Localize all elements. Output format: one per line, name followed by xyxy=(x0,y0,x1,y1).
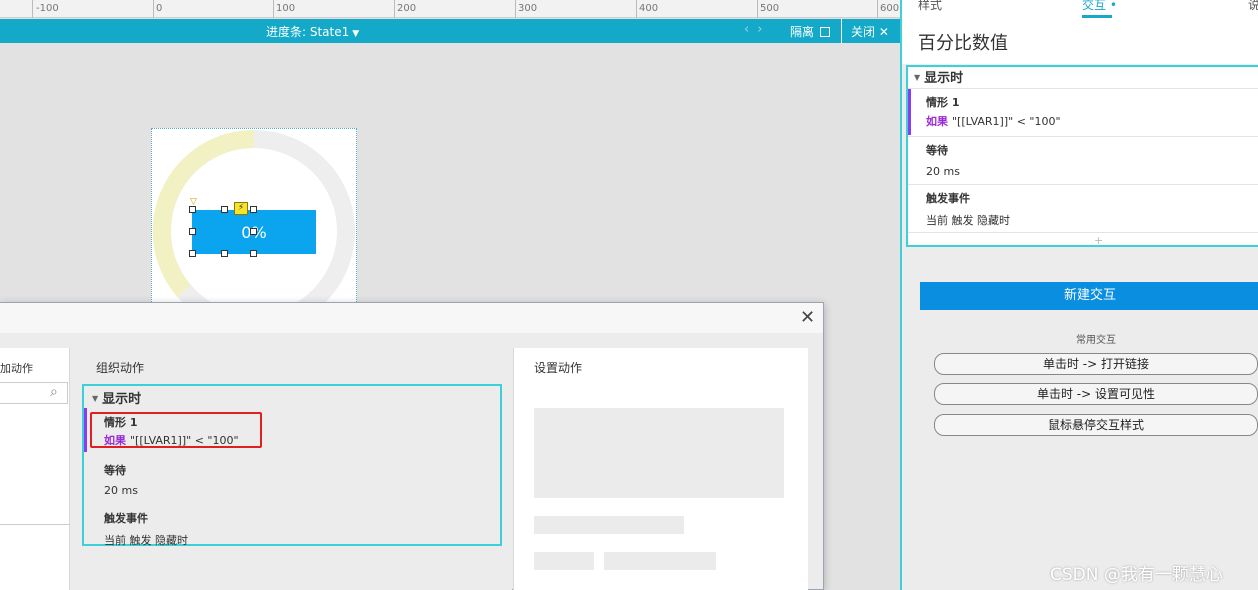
lightning-icon[interactable]: ⚡ xyxy=(234,202,248,215)
ruler-tick: 100 xyxy=(276,3,296,14)
ruler-tick-line xyxy=(877,0,878,18)
ruler-tick-line xyxy=(515,0,516,18)
action-wait-value: 20 ms xyxy=(926,165,960,178)
ruler-tick: 0 xyxy=(156,3,163,14)
add-case-plus-icon[interactable]: + xyxy=(1094,234,1103,247)
resize-handle[interactable] xyxy=(189,206,196,213)
organize-actions-header: 组织动作 xyxy=(96,361,145,375)
action-fire-value: 当前 触发 隐藏时 xyxy=(104,534,188,547)
search-icon[interactable]: ⌕ xyxy=(50,384,58,400)
ruler-tick-line xyxy=(153,0,154,18)
resize-handle[interactable] xyxy=(250,206,257,213)
quick-click-open-link-button[interactable]: 单击时 -> 打开链接 xyxy=(934,353,1258,375)
quick-click-set-visibility-button[interactable]: 单击时 -> 设置可见性 xyxy=(934,383,1258,405)
state-nav-arrows[interactable]: ‹› xyxy=(744,22,770,37)
divider xyxy=(841,19,842,43)
action-wait-title[interactable]: 等待 xyxy=(104,462,126,478)
ruler-tick: 500 xyxy=(760,3,780,14)
dialog-close-icon[interactable]: ✕ xyxy=(800,307,815,328)
tab-notes[interactable]: 说 xyxy=(1248,0,1258,13)
ruler-tick-line xyxy=(636,0,637,18)
isolate-label: 隔离 xyxy=(790,25,815,39)
state-bar: 进度条: State1 ▼ ‹› 隔离 关闭 ✕ xyxy=(0,19,900,43)
add-action-column: 加动作 ⌕ xyxy=(0,348,70,590)
inspector-tabs: 样式 交互 • 说 xyxy=(902,0,1258,18)
active-dot-icon: • xyxy=(1109,0,1117,12)
ruler-tick: -100 xyxy=(36,3,59,14)
add-action-header: 加动作 xyxy=(0,362,33,375)
resize-handle[interactable] xyxy=(221,250,228,257)
resize-handle[interactable] xyxy=(189,228,196,235)
resize-handle[interactable] xyxy=(221,206,228,213)
horizontal-ruler: -100 0 100 200 300 400 500 600 xyxy=(0,0,900,18)
case-indicator xyxy=(908,89,911,135)
resize-handle[interactable] xyxy=(189,250,196,257)
watermark: CSDN @我有一颗慧心 xyxy=(1050,565,1223,585)
divider xyxy=(908,232,1258,233)
action-fire-value: 当前 触发 隐藏时 xyxy=(926,214,1010,227)
new-interaction-button[interactable]: 新建交互 xyxy=(920,282,1258,310)
ruler-tick: 300 xyxy=(518,3,538,14)
ruler-tick: 400 xyxy=(639,3,659,14)
panel-header: 百分比数值 xyxy=(902,18,1258,64)
quick-hover-style-button[interactable]: 鼠标悬停交互样式 xyxy=(934,414,1258,436)
ruler-tick-line xyxy=(394,0,395,18)
state-dropdown[interactable]: 进度条: State1 ▼ xyxy=(266,23,359,40)
action-wait-title[interactable]: 等待 xyxy=(926,142,948,158)
event-header[interactable]: ▼ 显示时 xyxy=(92,388,141,407)
state-title-label: 进度条: State1 xyxy=(266,25,350,39)
tab-interaction-label: 交互 xyxy=(1082,0,1107,12)
divider xyxy=(908,88,1258,89)
event-name: 显示时 xyxy=(102,392,142,407)
caret-down-icon: ▼ xyxy=(352,29,360,39)
close-icon: ✕ xyxy=(878,25,889,39)
collapse-triangle-icon[interactable]: ▼ xyxy=(92,394,98,403)
placeholder-block xyxy=(534,516,684,534)
interaction-editor-dialog: ✕ 加动作 ⌕ 组织动作 ▼ 显示时 情形 1 如果 "[[LVAR1]]" < "… xyxy=(0,302,824,590)
placeholder-block xyxy=(534,552,594,570)
event-block[interactable]: ▼ 显示时 情形 1 如果 "[[LVAR1]]" < "100" 等待 20 ms… xyxy=(82,384,502,547)
configure-action-header: 设置动作 xyxy=(534,361,583,375)
case-indicator xyxy=(84,408,87,452)
divider xyxy=(908,184,1258,185)
tab-interaction[interactable]: 交互 • xyxy=(1082,0,1117,13)
ruler-tick-line xyxy=(757,0,758,18)
resize-handle[interactable] xyxy=(250,228,257,235)
inspector-panel: 样式 交互 • 说 百分比数值 ▼ 显示时 情形 1 如果 "[[LVAR1]]" … xyxy=(900,0,1258,590)
placeholder-block xyxy=(534,408,784,498)
collapse-triangle-icon[interactable]: ▼ xyxy=(914,73,920,82)
divider xyxy=(0,524,70,525)
highlight-annotation xyxy=(90,412,262,448)
isolate-icon xyxy=(820,27,831,37)
divider xyxy=(908,136,1258,137)
resize-handle[interactable] xyxy=(250,250,257,257)
organize-actions-column: 组织动作 ▼ 显示时 情形 1 如果 "[[LVAR1]]" < "100" 等待 … xyxy=(70,348,512,590)
tab-style[interactable]: 样式 xyxy=(918,0,942,13)
dialog-titlebar: ✕ xyxy=(0,303,823,333)
action-wait-value: 20 ms xyxy=(104,484,138,497)
ruler-tick-line xyxy=(32,0,33,18)
isolate-button[interactable]: 隔离 xyxy=(790,23,831,40)
interaction-list[interactable]: ▼ 显示时 情形 1 如果 "[[LVAR1]]" < "100" 等待 20 ms… xyxy=(906,65,1258,247)
close-state-button[interactable]: 关闭 ✕ xyxy=(851,23,889,40)
ruler-tick: 600 xyxy=(880,3,900,14)
placeholder-block xyxy=(604,552,716,570)
configure-action-column: 设置动作 xyxy=(513,348,808,590)
event-header[interactable]: ▼ 显示时 xyxy=(914,67,963,86)
close-label: 关闭 xyxy=(851,25,876,39)
progress-widget[interactable]: 0% ▽ ⚡ xyxy=(151,128,357,308)
action-fire-title[interactable]: 触发事件 xyxy=(926,190,970,206)
event-name: 显示时 xyxy=(924,71,964,86)
ruler-tick: 200 xyxy=(397,3,417,14)
widget-name[interactable]: 百分比数值 xyxy=(918,29,1008,55)
condition-text: "[[LVAR1]]" < "100" xyxy=(952,115,1061,128)
action-fire-title[interactable]: 触发事件 xyxy=(104,510,148,526)
case-condition[interactable]: 如果 "[[LVAR1]]" < "100" xyxy=(926,113,1061,129)
case-name[interactable]: 情形 1 xyxy=(926,94,959,110)
common-interactions-label: 常用交互 xyxy=(1076,335,1116,346)
condition-keyword: 如果 xyxy=(926,115,948,128)
ruler-tick-line xyxy=(273,0,274,18)
